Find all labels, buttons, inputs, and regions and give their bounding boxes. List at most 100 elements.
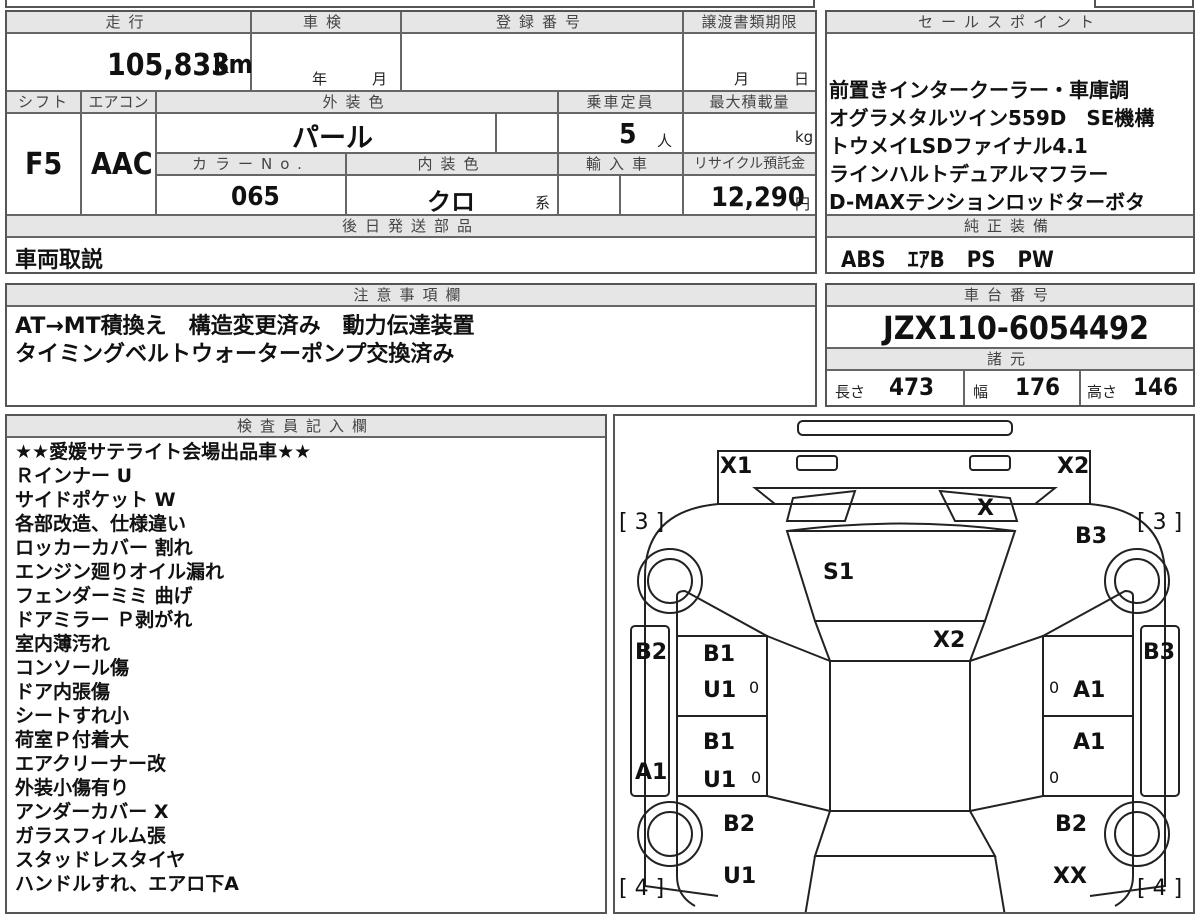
top-cut-row — [5, 0, 815, 8]
interior-color-value: クロ — [427, 188, 475, 216]
inspector-line: エアクリーナー改 — [15, 753, 167, 775]
transfer-day: 日 — [794, 70, 810, 88]
mark-rear-door-right-zero: 0 — [1049, 768, 1060, 787]
height-value: 146 — [1133, 373, 1179, 401]
mark-side-right: B3 — [1143, 640, 1176, 665]
genuine-equipment-label: 純正装備 — [827, 216, 1193, 236]
car-diagram-box: X1 X2 X S1 X2 [ 3 ] [ 3 ] B3 B2 B3 B1 U1… — [613, 414, 1195, 914]
import-label: 輸入車 — [559, 154, 682, 174]
length-label: 長さ — [835, 383, 866, 401]
recycle-value: 12,290 — [711, 182, 805, 213]
inspector-line: ガラスフィルム張 — [15, 825, 166, 847]
mark-rear-door-left-b1: B1 — [703, 730, 736, 755]
inspector-line: ★★愛媛サテライト会場出品車★★ — [15, 441, 312, 463]
shaken-label: 車検 — [252, 12, 400, 32]
inspector-line: 荷室Ｐ付着大 — [15, 729, 130, 751]
capacity-label: 乗車定員 — [559, 92, 682, 112]
mark-front-door-left-u1: U1 — [703, 678, 737, 703]
mark-roof: X2 — [933, 628, 966, 653]
sales-point-line: ラインハルトデュアルマフラー — [829, 162, 1109, 186]
inspector-box: 検査員記入欄 ★★愛媛サテライト会場出品車★★ Ｒインナー U サイドポケット … — [5, 414, 607, 914]
recycle-unit: 円 — [795, 195, 811, 213]
mark-rear-right: XX — [1053, 864, 1087, 889]
capacity-value: 5 — [619, 117, 637, 150]
interior-color-suffix: 系 — [535, 194, 551, 212]
transfer-deadline-label: 譲渡書類期限 — [684, 12, 815, 32]
later-parts-label: 後日発送部品 — [7, 216, 815, 236]
inspector-line: ドア内張傷 — [15, 681, 111, 703]
notes-box: 注意事項欄 AT→MT積換え 構造変更済み 動力伝達装置 タイミングベルトウォー… — [5, 283, 817, 407]
interior-color-label: 内装色 — [347, 154, 557, 174]
registration-label: 登録番号 — [402, 12, 682, 32]
mark-front-left: X1 — [720, 454, 753, 479]
inspector-line: 各部改造、仕様違い — [15, 513, 187, 535]
top-cut-box — [1094, 0, 1194, 8]
mileage-value: 105,833 — [107, 48, 230, 83]
shift-label: シフト — [7, 92, 80, 112]
exterior-color-label: 外装色 — [157, 92, 557, 112]
color-no-label: カラーNo. — [157, 154, 345, 174]
inspector-line: Ｒインナー U — [15, 465, 133, 487]
inspector-line: ハンドルすれ、エアロ下A — [15, 873, 239, 895]
mark-side-left: B2 — [635, 640, 668, 665]
transfer-month: 月 — [734, 70, 750, 88]
mark-front-door-left-b1: B1 — [703, 642, 736, 667]
mark-rocker-left: A1 — [635, 760, 668, 785]
inspector-label: 検査員記入欄 — [7, 416, 605, 436]
ac-value: AAC — [91, 147, 153, 182]
inspector-line: アンダーカバー X — [15, 801, 169, 823]
sales-point-line: トウメイLSDファイナル4.1 — [829, 134, 1088, 158]
mark-front-right: X2 — [1057, 454, 1090, 479]
mileage-label: 走行 — [7, 12, 250, 32]
mark-rear-fender-right: B2 — [1055, 812, 1088, 837]
mark-rear-fender-left: B2 — [723, 812, 756, 837]
sales-point-line: 前置きインタークーラー・車庫調 — [829, 78, 1129, 102]
width-value: 176 — [1015, 373, 1061, 401]
chassis-value: JZX110-6054492 — [883, 309, 1150, 347]
inspector-line: ドアミラー Ｐ剥がれ — [15, 609, 193, 631]
front-right-tag: [ 3 ] — [1137, 510, 1183, 535]
mark-rear-left: U1 — [723, 864, 757, 889]
mark-windshield: S1 — [823, 560, 855, 585]
height-label: 高さ — [1087, 383, 1118, 401]
inspector-notes: ★★愛媛サテライト会場出品車★★ Ｒインナー U サイドポケット W 各部改造、… — [15, 440, 311, 896]
mark-front-door-left-zero: 0 — [749, 678, 760, 697]
front-left-tag: [ 3 ] — [619, 510, 665, 535]
inspector-line: シートすれ小 — [15, 705, 130, 727]
inspector-line: 室内薄汚れ — [15, 633, 111, 655]
inspector-line: ロッカーカバー 割れ — [15, 537, 193, 559]
notes-line: AT→MT積換え 構造変更済み 動力伝達装置 — [15, 314, 475, 339]
max-load-label: 最大積載量 — [684, 92, 815, 112]
sales-point-line: D-MAXテンションロッドターボタ — [829, 190, 1146, 214]
max-load-unit: kg — [795, 128, 814, 146]
width-label: 幅 — [973, 383, 989, 401]
mark-rear-door-left-zero: 0 — [751, 768, 762, 787]
sales-points-box: セールスポイント 前置きインタークーラー・車庫調 オグラメタルツイン559D S… — [825, 10, 1195, 274]
chassis-box: 車台番号 JZX110-6054492 諸元 長さ 473 幅 176 高さ 1… — [825, 283, 1195, 407]
later-parts-value: 車両取説 — [15, 248, 104, 273]
genuine-equipment-value: ABS ｴｱB PS PW — [841, 248, 1054, 273]
color-no-value: 065 — [231, 182, 280, 212]
mark-headlight-right: X — [977, 496, 994, 521]
notes-line: タイミングベルトウォーターポンプ交換済み — [15, 342, 455, 367]
length-value: 473 — [889, 373, 935, 401]
info-table: 走行 車検 登録番号 譲渡書類期限 105,833 km 年 月 月 日 シフト… — [5, 10, 817, 274]
inspector-line: 外装小傷有り — [15, 777, 130, 799]
rear-right-tag: [ 4 ] — [1137, 876, 1183, 901]
sales-point-line: オグラメタルツイン559D SE機構 — [829, 106, 1155, 130]
recycle-label: リサイクル預託金 — [684, 154, 815, 174]
sales-points-lines: 前置きインタークーラー・車庫調 オグラメタルツイン559D SE機構 トウメイL… — [829, 76, 1154, 216]
rear-left-tag: [ 4 ] — [619, 876, 665, 901]
inspector-line: サイドポケット W — [15, 489, 176, 511]
inspector-line: フェンダーミミ 曲げ — [15, 585, 193, 607]
inspector-line: エンジン廻りオイル漏れ — [15, 561, 225, 583]
mark-front-door-right-a1: A1 — [1073, 678, 1106, 703]
notes-label: 注意事項欄 — [7, 285, 815, 305]
chassis-label: 車台番号 — [827, 285, 1193, 305]
shift-value: F5 — [25, 147, 63, 182]
specs-label: 諸元 — [827, 349, 1193, 369]
mark-front-fender-right: B3 — [1075, 524, 1108, 549]
shaken-year: 年 — [312, 70, 328, 88]
inspector-line: スタッドレスタイヤ — [15, 849, 186, 871]
exterior-color-value: パール — [292, 123, 373, 154]
